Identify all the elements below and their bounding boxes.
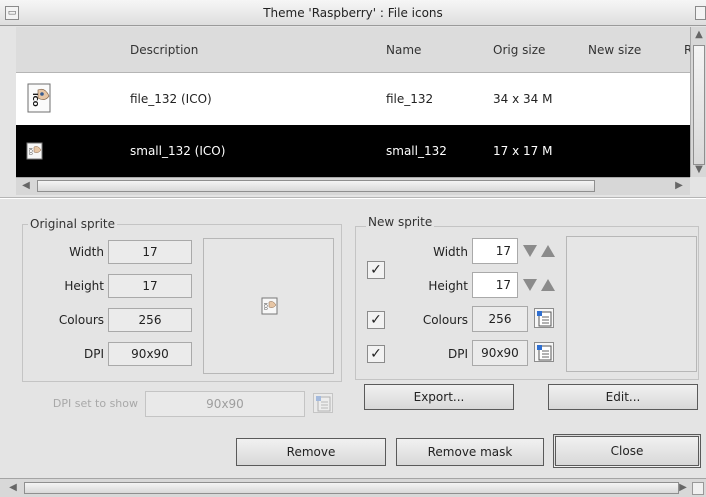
height-increase-icon[interactable] (539, 276, 557, 294)
row-name: file_132 (386, 92, 434, 106)
list-header: Description Name Orig size New size R (16, 27, 690, 73)
colours-checkbox[interactable]: ✓ (367, 311, 385, 329)
new-colours-label: Colours (422, 313, 468, 327)
window-horizontal-scrollbar[interactable]: ◀ ▶ (0, 478, 706, 497)
new-height-input[interactable]: 17 (472, 272, 518, 298)
scroll-down-icon[interactable]: ▼ (692, 163, 706, 177)
width-decrease-icon[interactable] (521, 242, 539, 260)
height-decrease-icon[interactable] (521, 276, 539, 294)
divider (0, 197, 706, 199)
row-orig-size: 17 x 17 M (493, 144, 553, 158)
new-width-input[interactable]: 17 (472, 238, 518, 264)
file-icon-list[interactable]: Description Name Orig size New size R IC… (16, 27, 690, 177)
new-sprite-preview (566, 236, 697, 372)
remove-button[interactable]: Remove (236, 438, 386, 466)
orig-height-field: 17 (108, 274, 192, 298)
dpi-checkbox[interactable]: ✓ (367, 345, 385, 363)
svg-text:ICO: ICO (28, 148, 33, 155)
original-sprite-preview: ICO (203, 238, 334, 374)
dpi-picker-icon[interactable] (313, 393, 333, 413)
list-row[interactable]: ICO file_132 (ICO) file_132 34 x 34 M (16, 73, 690, 125)
new-dpi-field: 90x90 (472, 340, 528, 366)
svg-text:ICO: ICO (31, 93, 39, 107)
window-title: Theme 'Raspberry' : File icons (263, 6, 443, 20)
resize-checkbox[interactable]: ✓ (367, 261, 385, 279)
list-horizontal-scrollbar[interactable]: ◀ ▶ (16, 177, 690, 195)
original-sprite-label: Original sprite (28, 217, 117, 231)
dpi-menu-icon[interactable] (534, 342, 554, 362)
window-scroll-thumb[interactable] (24, 482, 679, 494)
scroll-right-icon[interactable]: ▶ (672, 179, 686, 193)
row-description: file_132 (ICO) (130, 92, 212, 106)
column-name[interactable]: Name (386, 27, 421, 73)
close-window-icon[interactable] (695, 6, 706, 20)
new-sprite-label: New sprite (366, 215, 435, 229)
remove-mask-button[interactable]: Remove mask (396, 438, 544, 466)
column-orig-size[interactable]: Orig size (493, 27, 545, 73)
ico-small-icon: ICO (26, 142, 44, 160)
window-scroll-left-icon[interactable]: ◀ (6, 481, 20, 495)
new-dpi-label: DPI (447, 347, 468, 361)
window-scroll-right-icon[interactable]: ▶ (676, 481, 690, 495)
new-width-label: Width (433, 245, 468, 259)
row-orig-size: 34 x 34 M (493, 92, 553, 106)
orig-height-label: Height (64, 279, 104, 293)
width-increase-icon[interactable] (539, 242, 557, 260)
colours-picker-icon[interactable] (534, 308, 554, 328)
column-new-size[interactable]: New size (588, 27, 641, 73)
orig-width-field: 17 (108, 240, 192, 264)
orig-colours-label: Colours (58, 313, 104, 327)
resize-icon[interactable] (692, 482, 704, 495)
sprite-preview-icon: ICO (261, 297, 279, 315)
column-description[interactable]: Description (130, 27, 198, 73)
vertical-scroll-thumb[interactable] (693, 45, 705, 165)
list-vertical-scrollbar[interactable]: ▲ ▼ (690, 27, 706, 177)
list-row-selected[interactable]: ICO small_132 (ICO) small_132 17 x 17 M (16, 125, 690, 177)
dpi-set-to-show-label: DPI set to show (52, 397, 138, 410)
orig-colours-field: 256 (108, 308, 192, 332)
new-colours-field: 256 (472, 306, 528, 332)
ico-file-icon: ICO (26, 82, 52, 114)
dpi-set-to-show-field[interactable]: 90x90 (145, 391, 305, 417)
horizontal-scroll-thumb[interactable] (37, 180, 595, 192)
orig-dpi-label: DPI (83, 347, 104, 361)
svg-text:ICO: ICO (263, 303, 268, 310)
new-height-label: Height (428, 279, 468, 293)
export-button[interactable]: Export... (364, 384, 514, 410)
close-button[interactable]: Close (553, 434, 701, 468)
row-name: small_132 (386, 144, 447, 158)
edit-button[interactable]: Edit... (548, 384, 698, 410)
row-description: small_132 (ICO) (130, 144, 226, 158)
orig-dpi-field: 90x90 (108, 342, 192, 366)
scroll-up-icon[interactable]: ▲ (692, 28, 706, 42)
scroll-left-icon[interactable]: ◀ (19, 179, 33, 193)
orig-width-label: Width (69, 245, 104, 259)
